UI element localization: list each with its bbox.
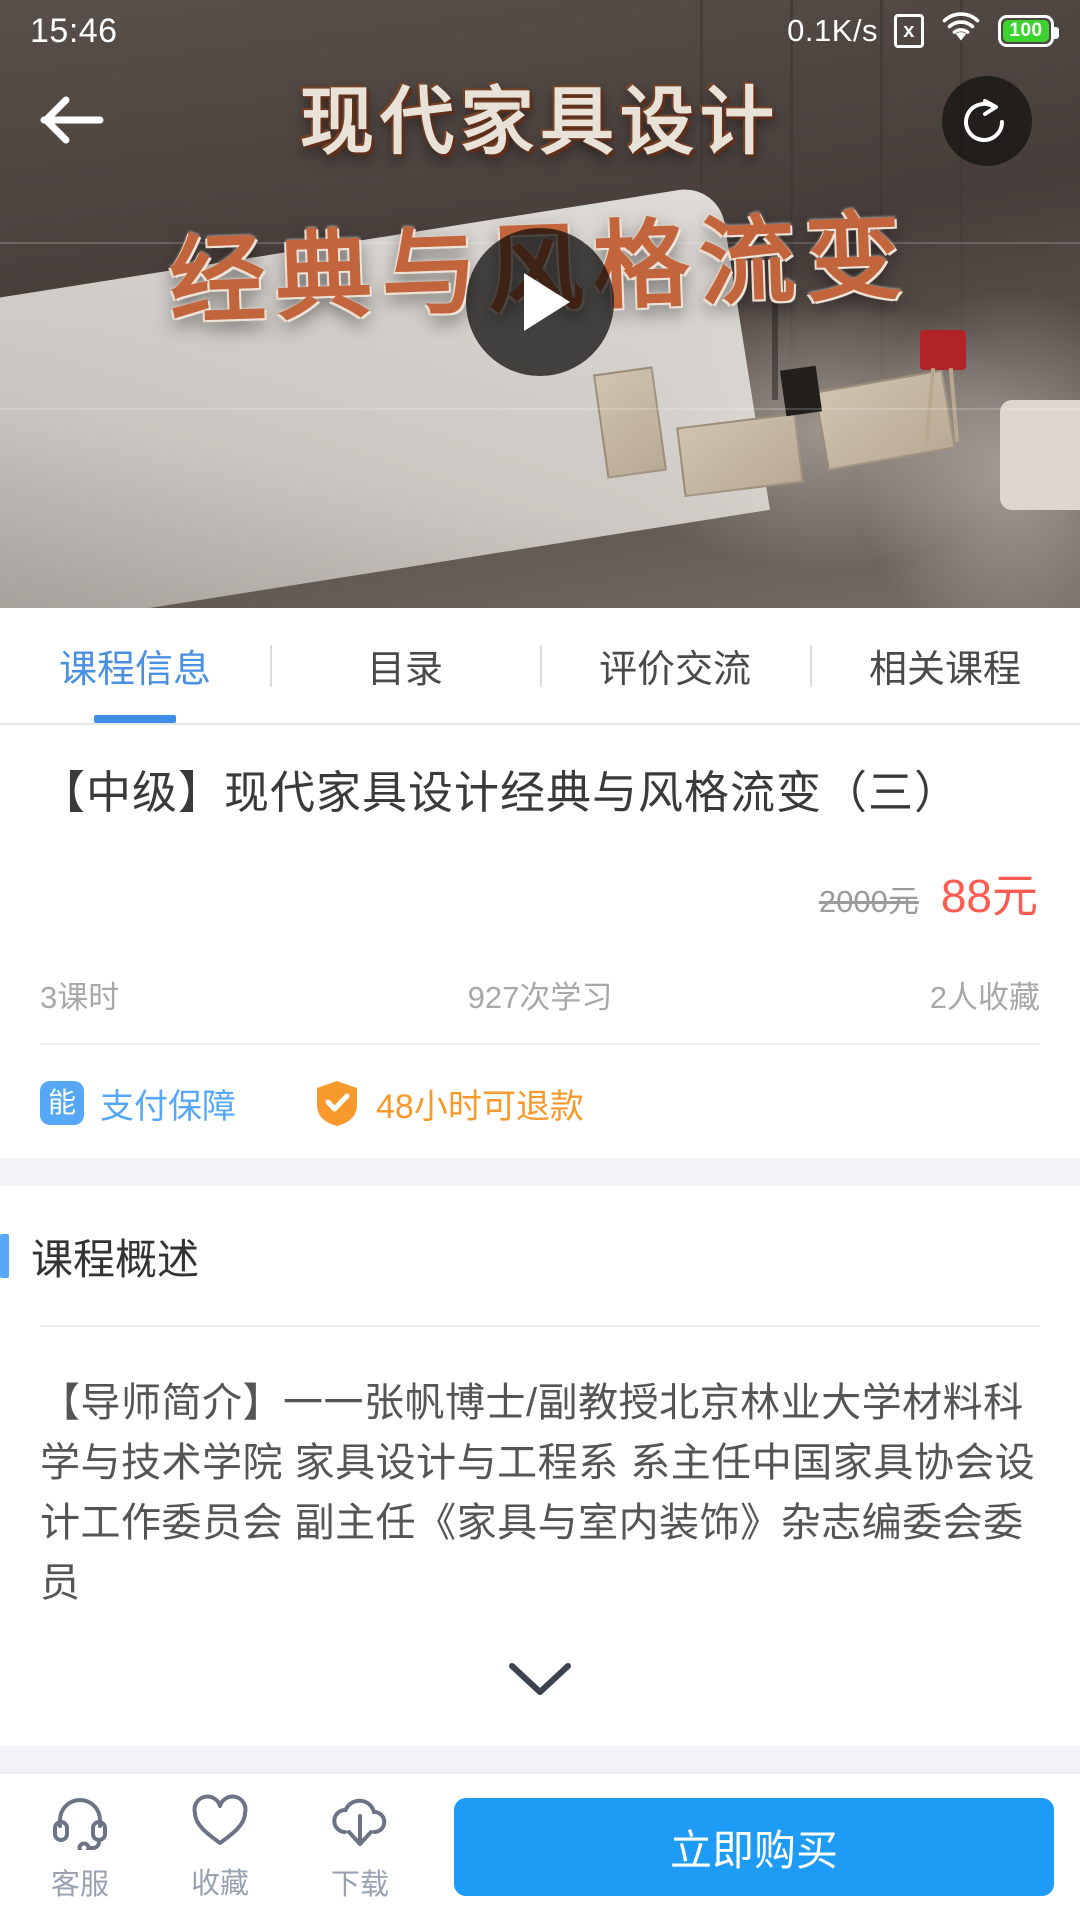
overview-header: 课程概述 — [0, 1226, 1040, 1327]
price-row: 2000元 88元 — [40, 860, 1040, 926]
favorite-label: 收藏 — [190, 1867, 249, 1900]
share-button[interactable] — [942, 76, 1032, 166]
tab-related-courses[interactable]: 相关课程 — [810, 608, 1080, 723]
tab-bar: 课程信息 目录 评价交流 相关课程 — [0, 608, 1080, 723]
hero-furniture-ladder — [772, 300, 778, 400]
shield-check-icon — [314, 1079, 360, 1127]
headset-icon — [50, 1792, 110, 1855]
hero-furniture-red-chair — [920, 330, 966, 370]
course-title: 【中级】现代家具设计经典与风格流变（三） — [40, 767, 961, 818]
status-bar: 15:46 0.1K/s x 100 — [0, 0, 1080, 62]
customer-service-button[interactable]: 客服 — [10, 1792, 150, 1903]
bottom-action-bar: 客服 收藏 下载 立即购买 — [0, 1772, 1080, 1920]
tab-related-courses-label: 相关课程 — [868, 649, 1021, 691]
wifi-icon — [940, 11, 982, 52]
tab-course-info[interactable]: 课程信息 — [0, 608, 270, 723]
cloud-download-icon — [329, 1792, 391, 1855]
play-icon — [524, 273, 570, 331]
back-arrow-icon — [38, 92, 106, 153]
guarantee-payment: 能 支付保障 — [40, 1079, 236, 1128]
course-video-hero[interactable]: 现代家具设计 经典与风格流变 15:46 0.1K/s x — [0, 0, 1080, 608]
stat-lessons: 3课时 — [40, 979, 120, 1015]
guarantee-payment-label: 支付保障 — [100, 1087, 236, 1126]
battery-icon: 100 — [998, 15, 1059, 47]
network-speed-label: 0.1K/s — [787, 13, 878, 48]
buy-now-button[interactable]: 立即购买 — [454, 1798, 1054, 1896]
stat-favorites: 2人收藏 — [929, 979, 1040, 1015]
chevron-down-icon — [504, 1658, 576, 1705]
hero-furniture-board-3 — [676, 412, 804, 498]
guarantee-refund-label: 48小时可退款 — [376, 1087, 584, 1126]
status-bar-icons: 0.1K/s x 100 — [787, 11, 1059, 52]
bottom-spacer-band — [0, 1746, 1080, 1772]
original-price: 2000元 — [818, 883, 919, 919]
overview-title: 课程概述 — [31, 1235, 200, 1283]
course-overview-section: 课程概述 【导师简介】一一张帆博士/副教授北京林业大学材料科学与技术学院 家具设… — [0, 1186, 1080, 1737]
favorite-button[interactable]: 收藏 — [150, 1793, 290, 1902]
tab-course-info-label: 课程信息 — [58, 649, 211, 691]
tab-catalog-label: 目录 — [366, 649, 443, 691]
tab-catalog[interactable]: 目录 — [270, 608, 540, 723]
course-info-section: 【中级】现代家具设计经典与风格流变（三） 2000元 88元 3课时 927次学… — [0, 725, 1080, 1128]
back-button[interactable] — [36, 86, 108, 158]
pay-guarantee-icon: 能 — [40, 1081, 84, 1126]
tab-reviews[interactable]: 评价交流 — [540, 608, 810, 723]
stat-views: 927次学习 — [467, 979, 613, 1015]
section-accent-bar — [0, 1234, 9, 1279]
hero-scanline-2 — [0, 408, 1080, 410]
share-icon — [961, 93, 1013, 150]
play-button[interactable] — [466, 228, 614, 376]
overview-description: 【导师简介】一一张帆博士/副教授北京林业大学材料科学与技术学院 家具设计与工程系… — [40, 1380, 1036, 1605]
download-label: 下载 — [330, 1868, 389, 1901]
current-price: 88元 — [940, 869, 1038, 922]
hero-furniture-sofa — [1000, 400, 1080, 510]
status-bar-time: 15:46 — [30, 11, 118, 50]
sim-x-icon: x — [894, 14, 924, 48]
course-stats: 3课时 927次学习 2人收藏 — [40, 972, 1040, 1045]
customer-service-label: 客服 — [50, 1868, 109, 1901]
tab-reviews-label: 评价交流 — [598, 649, 751, 691]
tab-active-indicator — [94, 715, 176, 723]
guarantee-refund: 48小时可退款 — [314, 1079, 584, 1128]
course-detail-screen: 现代家具设计 经典与风格流变 15:46 0.1K/s x — [0, 0, 1080, 1920]
heart-icon — [190, 1793, 250, 1854]
section-spacer-band — [0, 1157, 1080, 1186]
guarantee-row: 能 支付保障 48小时可退款 — [40, 1079, 1040, 1128]
buy-now-label: 立即购买 — [669, 1826, 838, 1874]
sim-x-label: x — [903, 20, 915, 42]
expand-description-button[interactable] — [40, 1627, 1040, 1737]
download-button[interactable]: 下载 — [290, 1792, 430, 1903]
battery-level-label: 100 — [1003, 20, 1049, 42]
